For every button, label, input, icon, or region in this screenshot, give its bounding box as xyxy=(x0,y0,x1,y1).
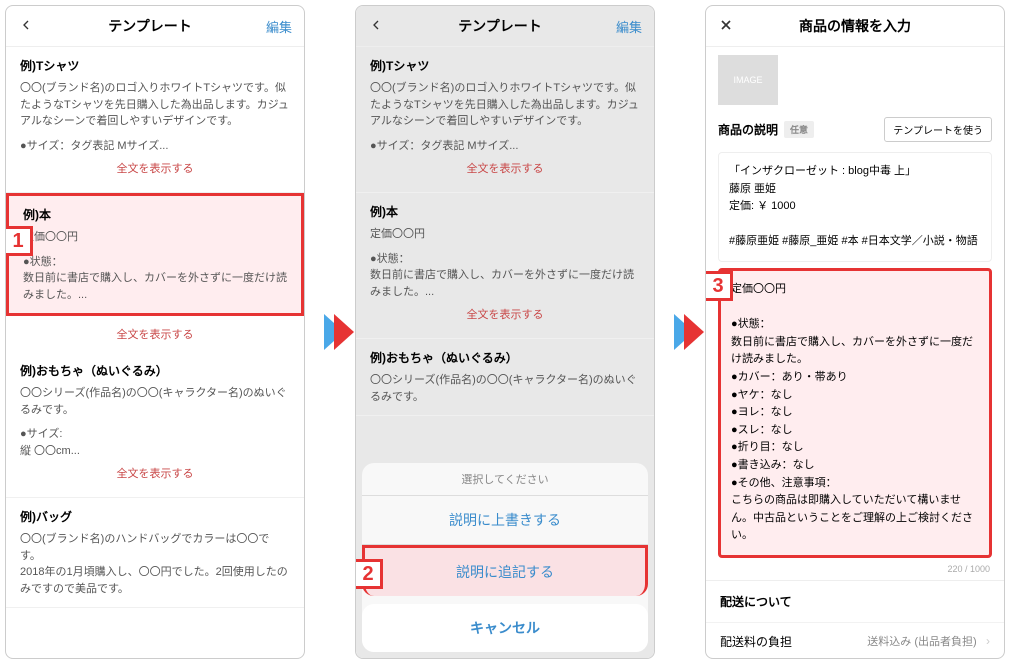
template-item-bag[interactable]: 例)バッグ 〇〇(ブランド名)のハンドバッグでカラーは〇〇です。 2018年の1… xyxy=(6,498,304,608)
template-item: 例)おもちゃ（ぬいぐるみ） 〇〇シリーズ(作品名)の〇〇(キャラクター名)のぬい… xyxy=(356,339,654,416)
show-all-link[interactable]: 全文を表示する xyxy=(20,459,290,487)
back-icon[interactable] xyxy=(18,17,34,36)
template-item-toy[interactable]: 例)おもちゃ（ぬいぐるみ） 〇〇シリーズ(作品名)の〇〇(キャラクター名)のぬい… xyxy=(6,352,304,498)
arrow-2 xyxy=(660,0,700,664)
item-title: 例)本 xyxy=(370,203,640,220)
show-all-link[interactable]: 全文を表示する xyxy=(20,154,290,182)
char-counter: 220 / 1000 xyxy=(706,564,1004,580)
item-title: 例)バッグ xyxy=(20,508,290,525)
chevron-right-icon: › xyxy=(986,634,990,648)
cancel-button[interactable]: キャンセル xyxy=(362,604,648,652)
item-body: 定価〇〇円 xyxy=(370,226,640,243)
append-button-highlighted[interactable]: 説明に追記する xyxy=(362,545,648,596)
template-item-tshirt[interactable]: 例)Tシャツ 〇〇(ブランド名)のロゴ入りホワイトTシャツです。似たようなTシャ… xyxy=(6,47,304,193)
edit-button[interactable]: 編集 xyxy=(266,17,292,36)
screen-1-templates: 1 テンプレート 編集 例)Tシャツ 〇〇(ブランド名)のロゴ入りホワイトTシャ… xyxy=(5,5,305,659)
page-title: 商品の情報を入力 xyxy=(799,16,911,36)
item-status: ●状態： 数日前に書店で購入し、カバーを外さずに一度だけ読みました。... xyxy=(23,254,287,304)
sheet-title: 選択してください xyxy=(362,463,648,496)
desc-prefill: 「インザクローゼット : blog中毒 上」 藤原 亜姫 定価: ￥ 1000 … xyxy=(729,163,981,251)
action-sheet: 選択してください 説明に上書きする 説明に追記する キャンセル xyxy=(362,463,648,652)
header: 商品の情報を入力 xyxy=(706,6,1004,47)
content: IMAGE 商品の説明 任意 テンプレートを使う 「インザクローゼット : bl… xyxy=(706,47,1004,659)
step-badge-1: 1 xyxy=(5,226,33,256)
description-textarea[interactable]: 「インザクローゼット : blog中毒 上」 藤原 亜姫 定価: ￥ 1000 … xyxy=(718,152,992,262)
show-all-link[interactable]: 全文を表示する xyxy=(6,316,304,352)
description-section-label: 商品の説明 任意 テンプレートを使う xyxy=(706,113,1004,146)
optional-tag: 任意 xyxy=(784,121,814,138)
item-size: ●サイズ：タグ表記 Mサイズ... xyxy=(20,138,290,155)
close-icon[interactable] xyxy=(718,17,734,36)
item-body: 〇〇(ブランド名)のロゴ入りホワイトTシャツです。似たようなTシャツを先日購入し… xyxy=(370,80,640,130)
header: テンプレート 編集 xyxy=(6,6,304,47)
ship-fee-value: 送料込み (出品者負担) xyxy=(867,636,976,648)
back-icon[interactable] xyxy=(368,17,384,36)
item-body: 〇〇シリーズ(作品名)の〇〇(キャラクター名)のぬいぐるみです。 xyxy=(370,372,640,405)
template-item: 例)本 定価〇〇円 ●状態： 数日前に書店で購入し、カバーを外さずに一度だけ読み… xyxy=(356,193,654,339)
shipping-section-title: 配送について xyxy=(706,580,1004,622)
template-item: 例)Tシャツ 〇〇(ブランド名)のロゴ入りホワイトTシャツです。似たようなTシャ… xyxy=(356,47,654,193)
item-size: ●サイズ：タグ表記 Mサイズ... xyxy=(370,138,640,155)
screen-2-action-sheet: 2 テンプレート 編集 例)Tシャツ 〇〇(ブランド名)のロゴ入りホワイトTシャ… xyxy=(355,5,655,659)
size-label: ●サイズ: xyxy=(20,426,290,443)
item-title: 例)おもちゃ（ぬいぐるみ） xyxy=(370,349,640,366)
step-badge-3: 3 xyxy=(705,271,733,301)
overwrite-button[interactable]: 説明に上書きする xyxy=(362,496,648,545)
step-badge-2: 2 xyxy=(355,559,383,589)
content: 例)Tシャツ 〇〇(ブランド名)のロゴ入りホワイトTシャツです。似たようなTシャ… xyxy=(6,47,304,659)
item-title: 例)Tシャツ xyxy=(20,57,290,74)
item-body: 定価〇〇円 xyxy=(23,229,287,246)
header: テンプレート 編集 xyxy=(356,6,654,47)
item-title: 例)本 xyxy=(23,206,287,223)
desc-label-text: 商品の説明 xyxy=(718,121,778,138)
appended-template-highlight: 定価〇〇円 ●状態： 数日前に書店で購入し、カバーを外さずに一度だけ読みました。… xyxy=(718,268,992,558)
desc-appended: 定価〇〇円 ●状態： 数日前に書店で購入し、カバーを外さずに一度だけ読みました。… xyxy=(731,281,979,545)
ship-fee-label: 配送料の負担 xyxy=(720,633,792,650)
item-body: 〇〇(ブランド名)のロゴ入りホワイトTシャツです。似たようなTシャツを先日購入し… xyxy=(20,80,290,130)
page-title: テンプレート xyxy=(108,16,192,36)
show-all-link: 全文を表示する xyxy=(370,154,640,182)
item-title: 例)Tシャツ xyxy=(370,57,640,74)
size-val: 縦 〇〇cm... xyxy=(20,443,290,460)
page-title: テンプレート xyxy=(458,16,542,36)
screen-3-product-info: 3 商品の情報を入力 IMAGE 商品の説明 任意 テンプレートを使う 「インザ… xyxy=(705,5,1005,659)
image-slot[interactable]: IMAGE xyxy=(718,55,778,105)
template-item-book-highlighted[interactable]: 例)本 定価〇〇円 ●状態： 数日前に書店で購入し、カバーを外さずに一度だけ読み… xyxy=(6,193,304,316)
use-template-button[interactable]: テンプレートを使う xyxy=(884,117,992,142)
item-body: 〇〇シリーズ(作品名)の〇〇(キャラクター名)のぬいぐるみです。 xyxy=(20,385,290,418)
edit-button[interactable]: 編集 xyxy=(616,17,642,36)
show-all-link: 全文を表示する xyxy=(370,300,640,328)
arrow-1 xyxy=(310,0,350,664)
item-body: 〇〇(ブランド名)のハンドバッグでカラーは〇〇です。 2018年の1月頃購入し、… xyxy=(20,531,290,597)
shipping-fee-row[interactable]: 配送料の負担 送料込み (出品者負担) › xyxy=(706,622,1004,659)
item-status: ●状態： 数日前に書店で購入し、カバーを外さずに一度だけ読みました。... xyxy=(370,251,640,301)
item-title: 例)おもちゃ（ぬいぐるみ） xyxy=(20,362,290,379)
